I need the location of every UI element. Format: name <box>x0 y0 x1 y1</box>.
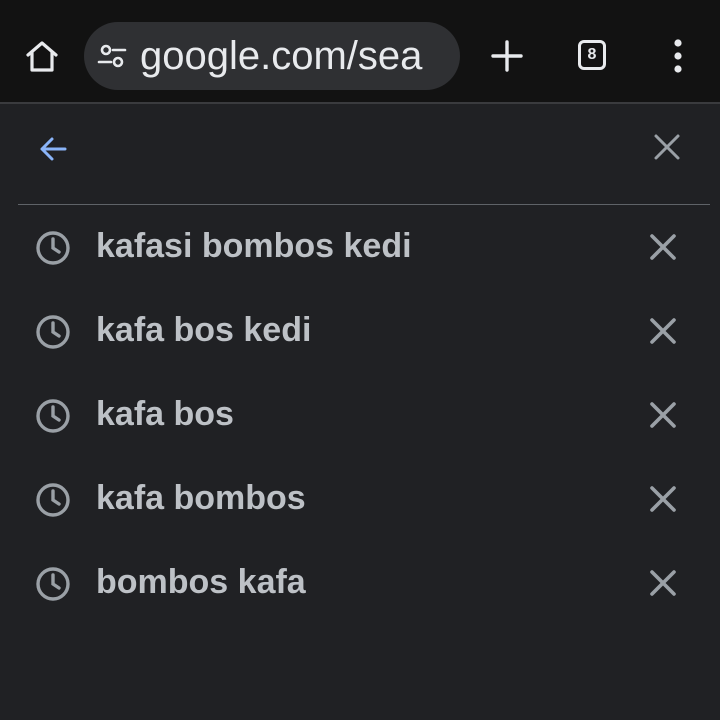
new-tab-button[interactable] <box>484 32 530 80</box>
suggestion-item[interactable]: kafasi bombos kedi <box>0 206 720 290</box>
remove-suggestion-button[interactable] <box>642 310 684 352</box>
history-icon <box>36 315 70 349</box>
tab-count: 8 <box>587 46 597 63</box>
divider <box>18 204 710 205</box>
remove-suggestion-button[interactable] <box>642 394 684 436</box>
tune-icon[interactable] <box>96 40 128 72</box>
suggestion-item[interactable]: kafa bos kedi <box>0 290 720 374</box>
suggestion-text[interactable]: kafa bos kedi <box>96 290 311 374</box>
search-input-row <box>0 104 720 204</box>
suggestion-item[interactable]: kafa bos <box>0 374 720 458</box>
more-vert-icon <box>674 39 682 73</box>
remove-suggestion-button[interactable] <box>642 478 684 520</box>
remove-suggestion-button[interactable] <box>642 562 684 604</box>
close-icon <box>650 402 676 428</box>
close-icon <box>654 134 680 160</box>
suggestion-item[interactable]: kafa bombos <box>0 458 720 542</box>
back-button[interactable] <box>30 126 76 172</box>
remove-suggestion-button[interactable] <box>642 226 684 268</box>
close-icon <box>650 234 676 260</box>
close-icon <box>650 318 676 344</box>
arrow-back-icon <box>40 137 67 161</box>
suggestion-list: kafasi bombos kedi kafa bos kedi kafa bo… <box>0 206 720 626</box>
suggestion-text[interactable]: bombos kafa <box>96 542 306 626</box>
url-text[interactable]: google.com/sea <box>140 22 422 90</box>
suggestion-item[interactable]: bombos kafa <box>0 542 720 626</box>
browser-toolbar: google.com/sea 8 <box>0 0 720 104</box>
overflow-menu-button[interactable] <box>660 32 696 80</box>
home-button[interactable] <box>18 32 66 80</box>
history-icon <box>36 483 70 517</box>
clear-search-button[interactable] <box>644 124 690 170</box>
tab-switcher-button[interactable]: 8 <box>576 38 612 74</box>
history-icon <box>36 567 70 601</box>
suggestion-text[interactable]: kafa bombos <box>96 458 306 542</box>
home-icon <box>26 41 58 72</box>
history-icon <box>36 399 70 433</box>
address-bar[interactable]: google.com/sea <box>84 22 460 90</box>
suggestion-text[interactable]: kafasi bombos kedi <box>96 206 412 290</box>
close-icon <box>650 486 676 512</box>
history-icon <box>36 231 70 265</box>
suggestion-text[interactable]: kafa bos <box>96 374 234 458</box>
plus-icon <box>491 40 523 72</box>
close-icon <box>650 570 676 596</box>
